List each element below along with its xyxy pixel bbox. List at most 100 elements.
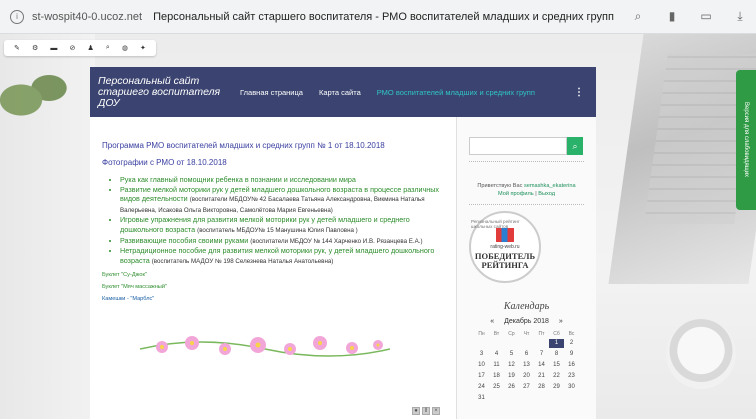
- slider-pause-icon[interactable]: ‖: [422, 407, 430, 415]
- photos-link[interactable]: Фотографии с РМО от 18.10.2018: [102, 158, 444, 167]
- topic-note: (воспитатель МБДОУ№ 15 Манушина Юлия Пав…: [197, 226, 358, 234]
- list-item[interactable]: Нетрадиционное пособие для развития мелк…: [120, 246, 444, 266]
- site-title[interactable]: Персональный сайт старшего воспитателя Д…: [98, 75, 228, 109]
- search-icon: ⌕: [572, 140, 578, 151]
- badge-winner: ПОБЕДИТЕЛЬ РЕЙТИНГА: [474, 251, 536, 270]
- topic-note: (воспитатель МАДОУ № 198 Селезнева Натал…: [151, 257, 334, 265]
- calendar-day: [519, 339, 534, 348]
- calendar-day[interactable]: 9: [564, 350, 579, 359]
- calendar-day[interactable]: 4: [489, 350, 504, 359]
- calendar-day[interactable]: 12: [504, 361, 519, 370]
- calendar-day[interactable]: 6: [519, 350, 534, 359]
- calendar-dow: Ср: [508, 331, 515, 337]
- calendar-day[interactable]: 5: [504, 350, 519, 359]
- calendar-day[interactable]: 28: [534, 383, 549, 392]
- calendar-day[interactable]: 26: [504, 383, 519, 392]
- search-button[interactable]: ⌕: [567, 137, 583, 155]
- calendar-day: [474, 339, 489, 348]
- calendar-grid: Пн Вт Ср Чт Пт Сб Вс 1 2 3 4 5 6 7 8 9 10 11 12 13 14 15 16 17 1…: [469, 331, 584, 403]
- calendar-month: « Декабрь 2018 »: [469, 318, 584, 325]
- username[interactable]: semashka_ekaterina: [524, 183, 576, 189]
- calendar-day[interactable]: 16: [564, 361, 579, 370]
- stats-icon[interactable]: ◍: [122, 44, 128, 52]
- calendar-day[interactable]: 25: [489, 383, 504, 392]
- calendar-day[interactable]: 27: [519, 383, 534, 392]
- calendar-day[interactable]: 2: [564, 339, 579, 348]
- calendar-day[interactable]: 19: [504, 372, 519, 381]
- program-link[interactable]: Программа РМО воспитателей младших и сре…: [102, 141, 444, 150]
- topic-text: Рука как главный помощник ребенка в позн…: [120, 175, 356, 184]
- nav-rmo[interactable]: РМО воспитателей младших и средних групп: [377, 88, 535, 97]
- battery-icon[interactable]: ▭: [698, 9, 714, 24]
- booklet-sujok-link[interactable]: Буклет "Су-Джок": [102, 272, 444, 278]
- decor-cup: [666, 319, 736, 389]
- list-item[interactable]: Развитие мелкой моторики рук у детей мла…: [120, 185, 444, 216]
- list-item[interactable]: Рука как главный помощник ребенка в позн…: [120, 175, 444, 185]
- calendar-day[interactable]: 8: [549, 350, 564, 359]
- calendar-dow: Пн: [478, 331, 485, 337]
- calendar-day[interactable]: 13: [519, 361, 534, 370]
- download-icon[interactable]: ⤓: [732, 9, 748, 24]
- calendar-day[interactable]: 31: [474, 394, 489, 403]
- calendar-day[interactable]: 1: [549, 339, 564, 348]
- calendar-dow: Вт: [493, 331, 500, 337]
- site-info-icon[interactable]: i: [10, 9, 24, 24]
- divider: [469, 204, 584, 205]
- calendar-day[interactable]: 29: [549, 383, 564, 392]
- edit-icon[interactable]: ✎: [14, 44, 20, 52]
- calendar-day[interactable]: 21: [534, 372, 549, 381]
- settings-icon[interactable]: ⚙: [32, 44, 38, 52]
- calendar-day: [489, 339, 504, 348]
- logout-link[interactable]: Выход: [538, 191, 555, 197]
- calendar-day[interactable]: 24: [474, 383, 489, 392]
- calendar-day[interactable]: 18: [489, 372, 504, 381]
- calendar-day[interactable]: 30: [564, 383, 579, 392]
- slider-controls: ● ‖ ×: [412, 407, 440, 415]
- search-icon[interactable]: ⌕: [630, 9, 646, 24]
- slider-dot-icon[interactable]: ●: [412, 407, 420, 415]
- next-month-button[interactable]: »: [559, 318, 563, 325]
- search-form: ⌕: [469, 137, 584, 155]
- panel-icon[interactable]: ⊘: [69, 44, 75, 52]
- calendar-day[interactable]: 23: [564, 372, 579, 381]
- calendar-day[interactable]: 15: [549, 361, 564, 370]
- menu-icon[interactable]: ⋮: [574, 87, 584, 98]
- profile-link[interactable]: Мой профиль: [498, 191, 534, 197]
- sidebar: ⌕ Приветствую Вас semashka_ekaterina Мой…: [456, 117, 596, 419]
- list-item[interactable]: Развивающие пособия своими руками (воспи…: [120, 236, 444, 247]
- nav-home[interactable]: Главная страница: [240, 88, 303, 97]
- month-label: Декабрь 2018: [504, 318, 549, 325]
- accessibility-label: Версия для слабовидящих: [743, 102, 749, 178]
- page-icon[interactable]: ▬: [50, 45, 57, 52]
- calendar-day[interactable]: 10: [474, 361, 489, 370]
- rating-badge[interactable]: Региональный рейтинг школьных сайтов rat…: [469, 211, 541, 283]
- slider-close-icon[interactable]: ×: [432, 407, 440, 415]
- accessibility-version-button[interactable]: Версия для слабовидящих: [736, 70, 756, 210]
- topics-list: Рука как главный помощник ребенка в позн…: [102, 175, 444, 266]
- prev-month-button[interactable]: «: [490, 318, 494, 325]
- calendar-day[interactable]: 7: [534, 350, 549, 359]
- search-icon[interactable]: ⌕: [106, 44, 110, 52]
- calendar-day[interactable]: 11: [489, 361, 504, 370]
- topic-text: Развивающие пособия своими руками: [120, 235, 249, 245]
- address-bar[interactable]: st-wospit40-0.ucoz.net Персональный сайт…: [32, 11, 614, 23]
- bookmark-icon[interactable]: ▮: [664, 9, 680, 24]
- site-header: Персональный сайт старшего воспитателя Д…: [90, 67, 596, 117]
- calendar-day[interactable]: 17: [474, 372, 489, 381]
- ucoz-edit-toolbar: ✎ ⚙ ▬ ⊘ ♟ ⌕ ◍ ✦: [4, 40, 156, 56]
- calendar-day[interactable]: 14: [534, 361, 549, 370]
- calendar-day[interactable]: 20: [519, 372, 534, 381]
- nav-sitemap[interactable]: Карта сайта: [319, 88, 361, 97]
- calendar-day[interactable]: 22: [549, 372, 564, 381]
- user-icon[interactable]: ♟: [87, 44, 93, 52]
- calendar-day[interactable]: 3: [474, 350, 489, 359]
- rating-logo: [496, 228, 514, 242]
- tools-icon[interactable]: ✦: [140, 44, 146, 52]
- browser-actions: ⌕ ▮ ▭ ⤓: [630, 9, 748, 24]
- main-content: Программа РМО воспитателей младших и сре…: [90, 117, 456, 419]
- url-host: st-wospit40-0.ucoz.net: [32, 10, 143, 23]
- search-input[interactable]: [469, 137, 567, 155]
- booklet-ball-link[interactable]: Буклет "Мяч массажный": [102, 284, 444, 290]
- booklet-marbles-link[interactable]: Камешки - "Марблс": [102, 296, 444, 302]
- list-item[interactable]: Игровые упражнения для развития мелкой м…: [120, 215, 444, 235]
